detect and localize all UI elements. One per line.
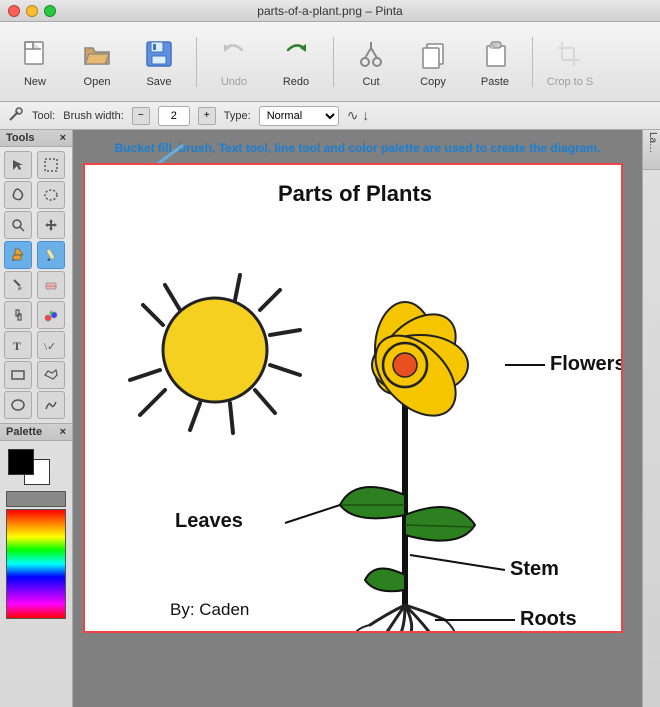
- move-tool[interactable]: [37, 211, 65, 239]
- color-display: [8, 449, 52, 485]
- tools-label: Tools: [6, 132, 35, 144]
- palette-collapse[interactable]: ×: [60, 426, 66, 438]
- new-icon: [17, 36, 53, 72]
- window-title: parts-of-a-plant.png – Pinta: [257, 4, 402, 18]
- brush-width-input[interactable]: [158, 106, 190, 126]
- freeform2-tool[interactable]: [37, 391, 65, 419]
- svg-text:Leaves: Leaves: [175, 510, 243, 532]
- tools-grid: T \✓: [0, 147, 72, 423]
- tools-collapse[interactable]: ×: [60, 132, 66, 144]
- paint-bucket-tool[interactable]: [4, 241, 32, 269]
- crop-label: Crop to S: [547, 76, 593, 88]
- open-icon: [79, 36, 115, 72]
- svg-text:Roots: Roots: [520, 608, 577, 630]
- pencil-tool[interactable]: [37, 241, 65, 269]
- tool-label: Tool:: [32, 110, 55, 122]
- tool-icon: [8, 106, 24, 125]
- zoom-tool[interactable]: [4, 211, 32, 239]
- clone-tool[interactable]: [4, 301, 32, 329]
- type-label: Type:: [224, 110, 251, 122]
- main-toolbar: New Open Save Undo: [0, 22, 660, 102]
- gray-swatch[interactable]: [6, 491, 66, 507]
- color-gradient[interactable]: [6, 509, 66, 619]
- brush-width-decrease[interactable]: −: [132, 107, 150, 125]
- copy-icon: [415, 36, 451, 72]
- svg-text:Flowers: Flowers: [550, 353, 623, 375]
- rect-tool[interactable]: [4, 361, 32, 389]
- cut-label: Cut: [362, 76, 379, 88]
- canvas-area: Bucket fill, brush, Text tool, line tool…: [73, 130, 642, 707]
- lasso-tool[interactable]: [4, 181, 32, 209]
- copy-label: Copy: [420, 76, 446, 88]
- undo-icon: [216, 36, 252, 72]
- annotation-container: Bucket fill, brush, Text tool, line tool…: [83, 140, 632, 157]
- titlebar: parts-of-a-plant.png – Pinta: [0, 0, 660, 22]
- plant-diagram: Parts of Plants: [85, 165, 623, 633]
- foreground-color[interactable]: [8, 449, 34, 475]
- svg-text:T: T: [13, 339, 21, 353]
- text-tool[interactable]: T: [4, 331, 32, 359]
- arrow-tool[interactable]: [4, 151, 32, 179]
- new-button[interactable]: New: [6, 28, 64, 96]
- paste-label: Paste: [481, 76, 509, 88]
- brush-width-label: Brush width:: [63, 110, 124, 122]
- formula-tool[interactable]: \✓: [37, 331, 65, 359]
- svg-text:\✓: \✓: [44, 341, 56, 353]
- close-button[interactable]: [8, 5, 20, 17]
- paste-button[interactable]: Paste: [466, 28, 524, 96]
- svg-text:By: Caden: By: Caden: [170, 600, 249, 619]
- redo-icon: [278, 36, 314, 72]
- maximize-button[interactable]: [44, 5, 56, 17]
- open-label: Open: [84, 76, 111, 88]
- copy-button[interactable]: Copy: [404, 28, 462, 96]
- separator-3: [532, 37, 533, 87]
- select-rect-tool[interactable]: [37, 151, 65, 179]
- crop-button[interactable]: Crop to S: [541, 28, 599, 96]
- crop-icon: [552, 36, 588, 72]
- palette-header: Palette ×: [0, 423, 72, 441]
- new-label: New: [24, 76, 46, 88]
- color-picker-tool[interactable]: [37, 301, 65, 329]
- open-button[interactable]: Open: [68, 28, 126, 96]
- brush-tool[interactable]: [4, 271, 32, 299]
- left-toolbar: Tools ×: [0, 130, 73, 707]
- save-label: Save: [146, 76, 171, 88]
- layers-header: La…: [643, 130, 660, 170]
- svg-text:Parts of Plants: Parts of Plants: [278, 181, 432, 206]
- brush-width-increase[interactable]: +: [198, 107, 216, 125]
- cut-button[interactable]: Cut: [342, 28, 400, 96]
- canvas-frame[interactable]: Parts of Plants: [83, 163, 623, 633]
- palette-section: [0, 441, 72, 625]
- undo-label: Undo: [221, 76, 247, 88]
- undo-button[interactable]: Undo: [205, 28, 263, 96]
- select-ellipse-tool[interactable]: [37, 181, 65, 209]
- cut-icon: [353, 36, 389, 72]
- save-icon: [141, 36, 177, 72]
- eraser-tool[interactable]: [37, 271, 65, 299]
- freeform-tool[interactable]: [37, 361, 65, 389]
- right-panel: La…: [642, 130, 660, 707]
- palette-label: Palette: [6, 426, 42, 438]
- ellipse-tool[interactable]: [4, 391, 32, 419]
- paste-icon: [477, 36, 513, 72]
- annotation-text: Bucket fill, brush, Text tool, line tool…: [83, 140, 632, 157]
- window-controls: [8, 5, 56, 17]
- type-select[interactable]: Normal Soft Hard: [259, 106, 339, 126]
- tools-header: Tools ×: [0, 130, 72, 147]
- options-bar: Tool: Brush width: − + Type: Normal Soft…: [0, 102, 660, 130]
- main-area: Tools ×: [0, 130, 660, 707]
- save-button[interactable]: Save: [130, 28, 188, 96]
- separator-1: [196, 37, 197, 87]
- separator-2: [333, 37, 334, 87]
- minimize-button[interactable]: [26, 5, 38, 17]
- redo-button[interactable]: Redo: [267, 28, 325, 96]
- color-strip[interactable]: [6, 491, 66, 621]
- redo-label: Redo: [283, 76, 309, 88]
- svg-text:Stem: Stem: [510, 558, 559, 580]
- path-icon: ∿ ↓: [347, 107, 370, 124]
